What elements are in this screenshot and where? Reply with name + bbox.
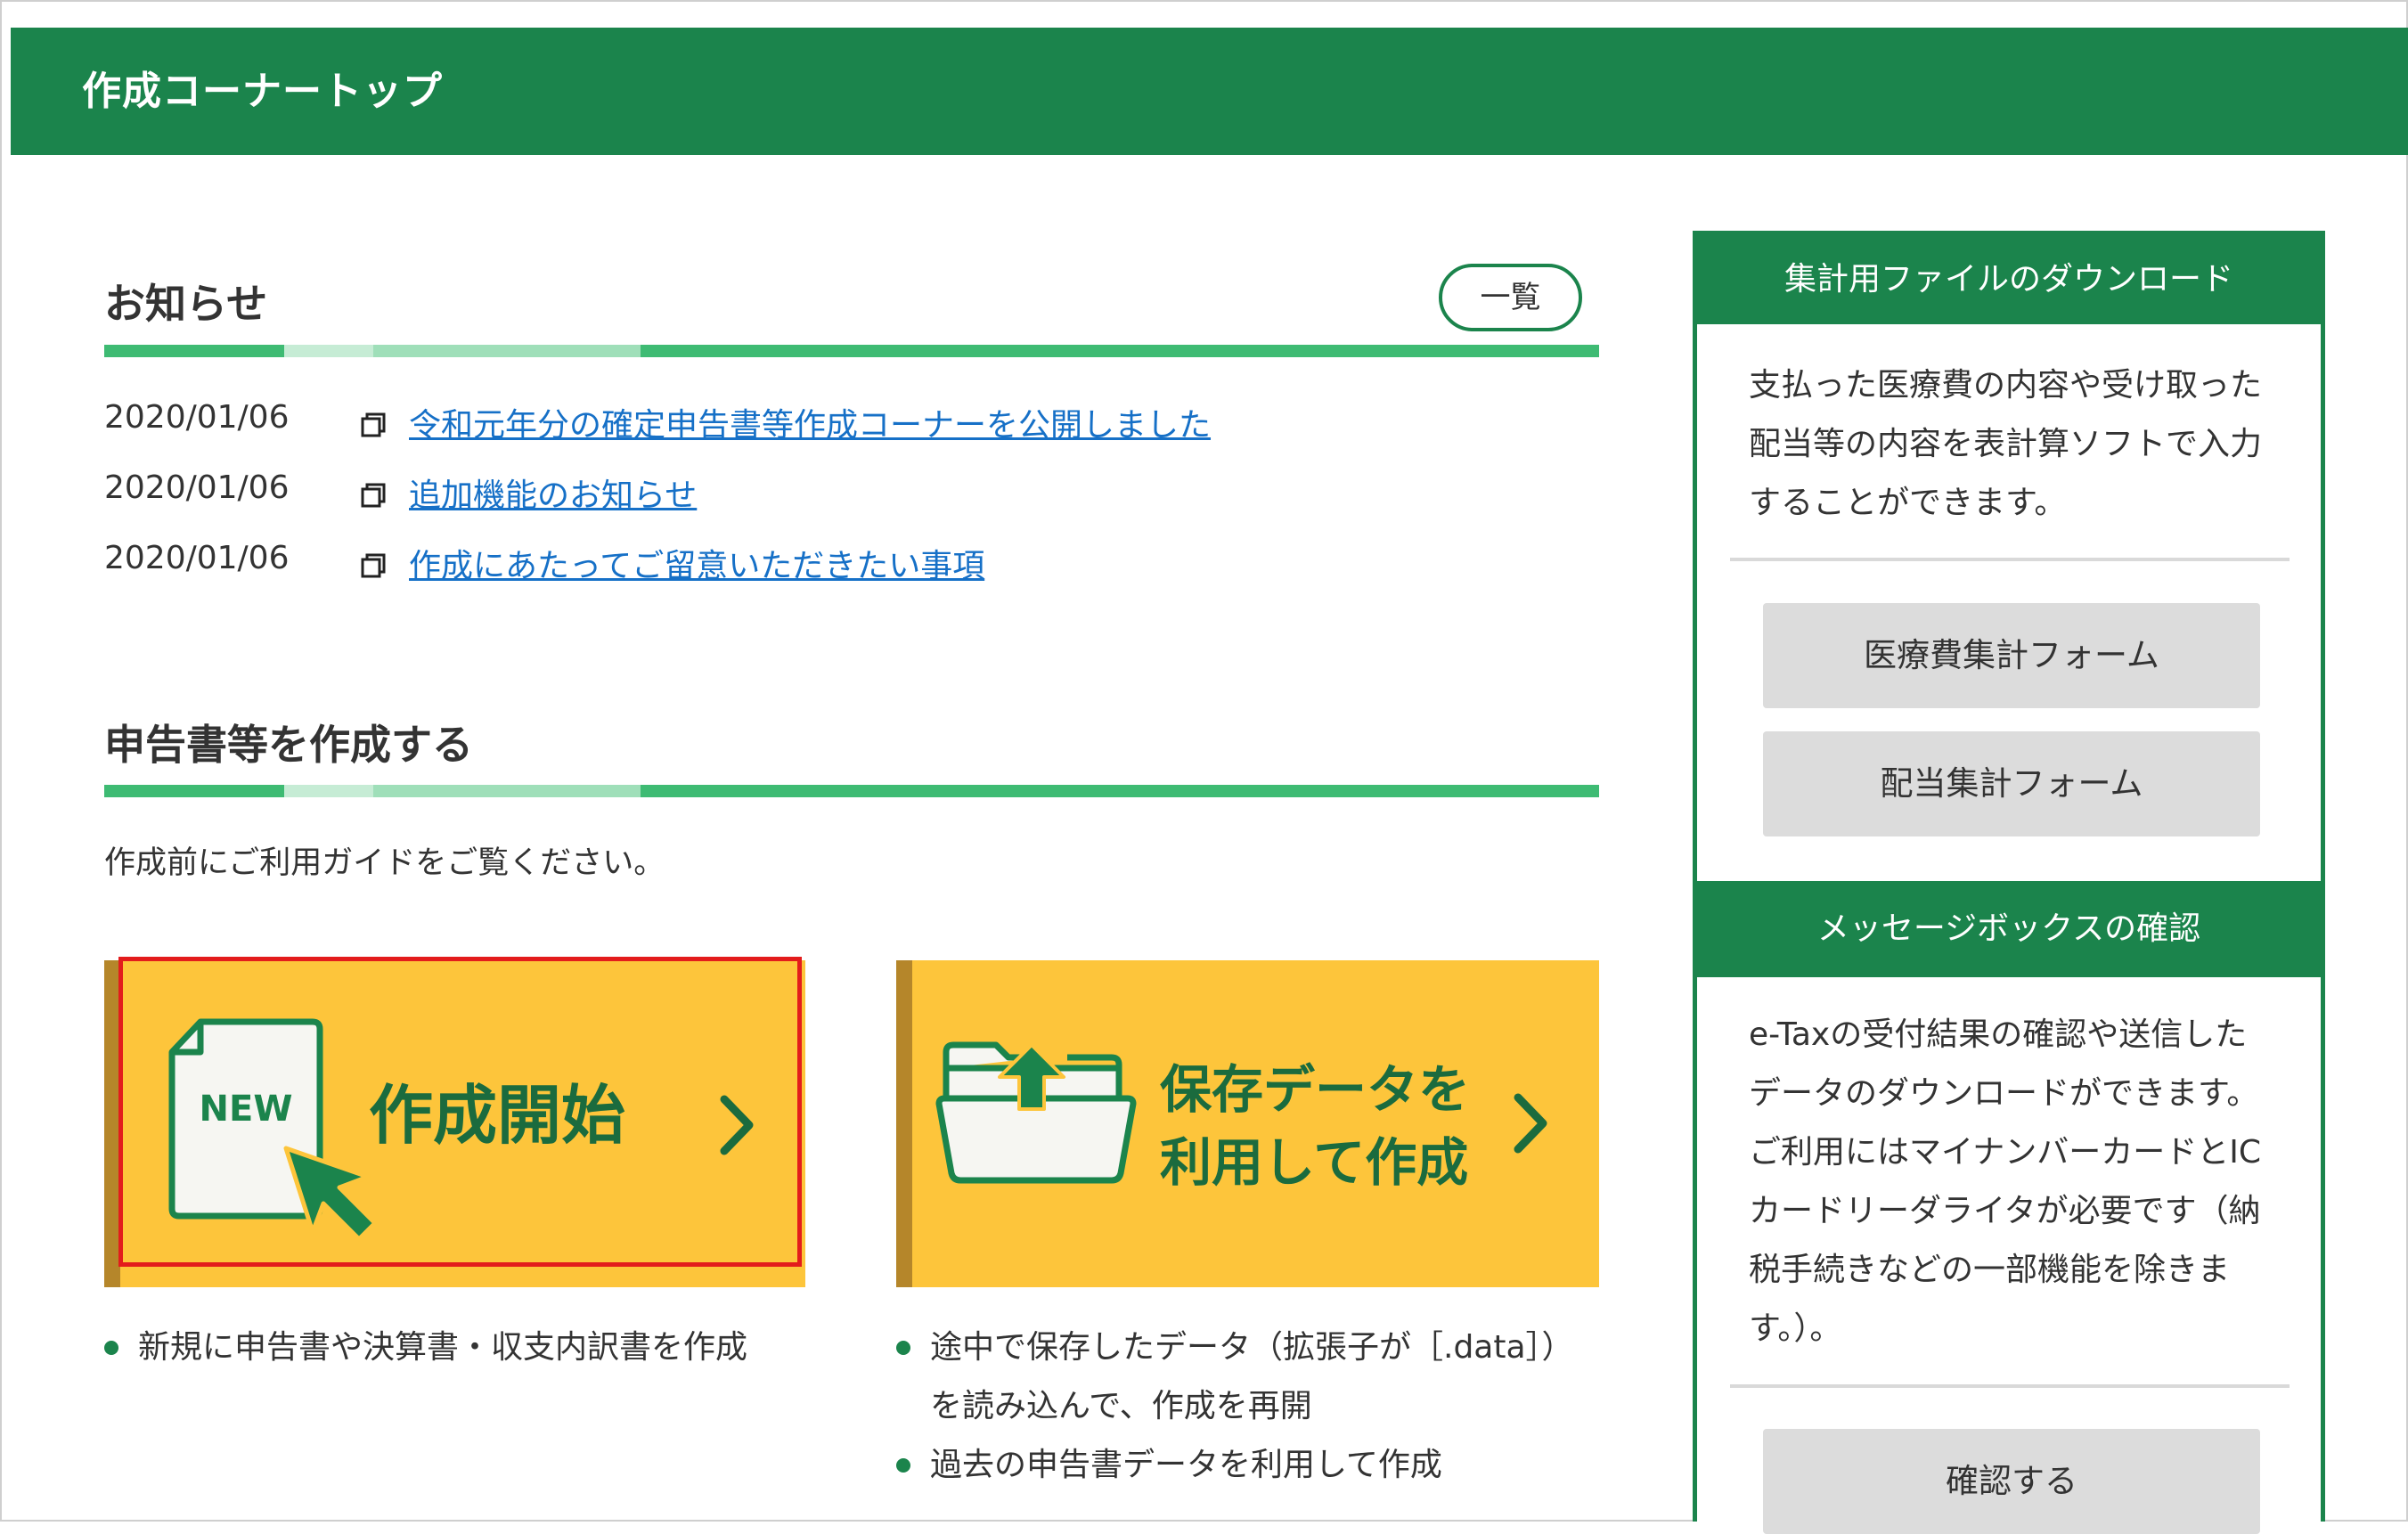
- desc-line: カードリーダライタが必要です（納: [1749, 1193, 2261, 1229]
- new-document-icon: NEW: [168, 1018, 378, 1242]
- news-list-button[interactable]: 一覧: [1439, 264, 1582, 331]
- start-new-label: 作成開始: [369, 1078, 626, 1153]
- new-icon-label: NEW: [200, 1089, 293, 1130]
- desc-line: す。）。: [1749, 1310, 1842, 1347]
- news-heading-bar: [104, 345, 1599, 357]
- new-window-icon: [361, 412, 386, 437]
- sidebar-panel: 集計用ファイルのダウンロード 支払った医療費の内容や受け取った 配当等の内容を表…: [1693, 231, 2325, 1534]
- button-stripe: [104, 960, 120, 1287]
- bullet-item: 新規に申告書や決算書・収支内訳書を作成: [104, 1318, 747, 1377]
- news-link[interactable]: 作成にあたってご留意いただきたい事項: [409, 540, 984, 586]
- chevron-right-icon: [1514, 1093, 1547, 1154]
- button-stripe: [896, 960, 912, 1287]
- divider: [1730, 558, 2290, 561]
- desc-line: 支払った医療費の内容や受け取った: [1749, 367, 2263, 404]
- divider: [1730, 1384, 2290, 1388]
- desc-line: することができます。: [1749, 485, 2067, 521]
- download-description: 支払った医療費の内容や受け取った 配当等の内容を表計算ソフトで入力 することがで…: [1749, 356, 2283, 533]
- use-saved-data-button[interactable]: 保存データを 利用して作成: [896, 960, 1599, 1287]
- message-box-section-title: メッセージボックスの確認: [1697, 881, 2321, 977]
- bullet-text: 途中で保存したデータ（拡張子が［.data］）: [930, 1329, 1574, 1366]
- dividend-form-button[interactable]: 配当集計フォーム: [1763, 731, 2260, 836]
- bullet-dot: [896, 1341, 910, 1355]
- saved-bullet-list: 途中で保存したデータ（拡張子が［.data］） を読み込んで、作成を再開 過去の…: [896, 1318, 1574, 1495]
- news-link[interactable]: 令和元年分の確定申告書等作成コーナーを公開しました: [409, 399, 1211, 445]
- confirm-button[interactable]: 確認する: [1763, 1429, 2260, 1534]
- new-bullet-list: 新規に申告書や決算書・収支内訳書を作成: [104, 1318, 747, 1377]
- new-window-icon: [361, 483, 386, 508]
- news-date: 2020/01/06: [104, 540, 290, 576]
- use-saved-label-line2: 利用して作成: [1160, 1132, 1469, 1193]
- medical-expense-form-button[interactable]: 医療費集計フォーム: [1763, 603, 2260, 708]
- create-heading-bar: [104, 785, 1599, 797]
- use-saved-label-line1: 保存データを: [1160, 1059, 1471, 1120]
- bullet-dot: [104, 1341, 118, 1355]
- header-bar: 作成コーナートップ: [11, 28, 2408, 155]
- desc-line: 配当等の内容を表計算ソフトで入力: [1749, 426, 2263, 462]
- folder-upload-icon: [935, 1041, 1137, 1184]
- news-date: 2020/01/06: [104, 469, 290, 506]
- bullet-item: 過去の申告書データを利用して作成: [896, 1436, 1574, 1495]
- chevron-right-icon: [720, 1095, 754, 1155]
- desc-line: ご利用にはマイナンバーカードとIC: [1749, 1134, 2262, 1171]
- guide-text: 作成前にご利用ガイドをご覧ください。: [104, 845, 665, 881]
- download-section-title: 集計用ファイルのダウンロード: [1697, 235, 2321, 324]
- page-title: 作成コーナートップ: [82, 69, 443, 114]
- desc-line: 税手続きなどの一部機能を除きま: [1749, 1252, 2231, 1288]
- bullet-text: 過去の申告書データを利用して作成: [930, 1447, 1442, 1483]
- news-link[interactable]: 追加機能のお知らせ: [409, 469, 697, 516]
- bullet-text: 新規に申告書や決算書・収支内訳書を作成: [138, 1329, 748, 1366]
- desc-line: データのダウンロードができます。: [1749, 1075, 2259, 1112]
- bullet-dot: [896, 1458, 910, 1473]
- new-window-icon: [361, 553, 386, 578]
- message-box-description: e-Taxの受付結果の確認や送信した データのダウンロードができます。 ご利用に…: [1749, 1006, 2283, 1359]
- news-date: 2020/01/06: [104, 399, 290, 436]
- news-heading: お知らせ: [104, 280, 268, 328]
- desc-line: e-Taxの受付結果の確認や送信した: [1749, 1016, 2248, 1053]
- create-heading: 申告書等を作成する: [104, 721, 473, 769]
- bullet-text-cont: を読み込んで、作成を再開: [930, 1388, 1312, 1424]
- start-new-button[interactable]: NEW 作成開始: [104, 960, 805, 1287]
- bullet-item: 途中で保存したデータ（拡張子が［.data］） を読み込んで、作成を再開: [896, 1318, 1574, 1436]
